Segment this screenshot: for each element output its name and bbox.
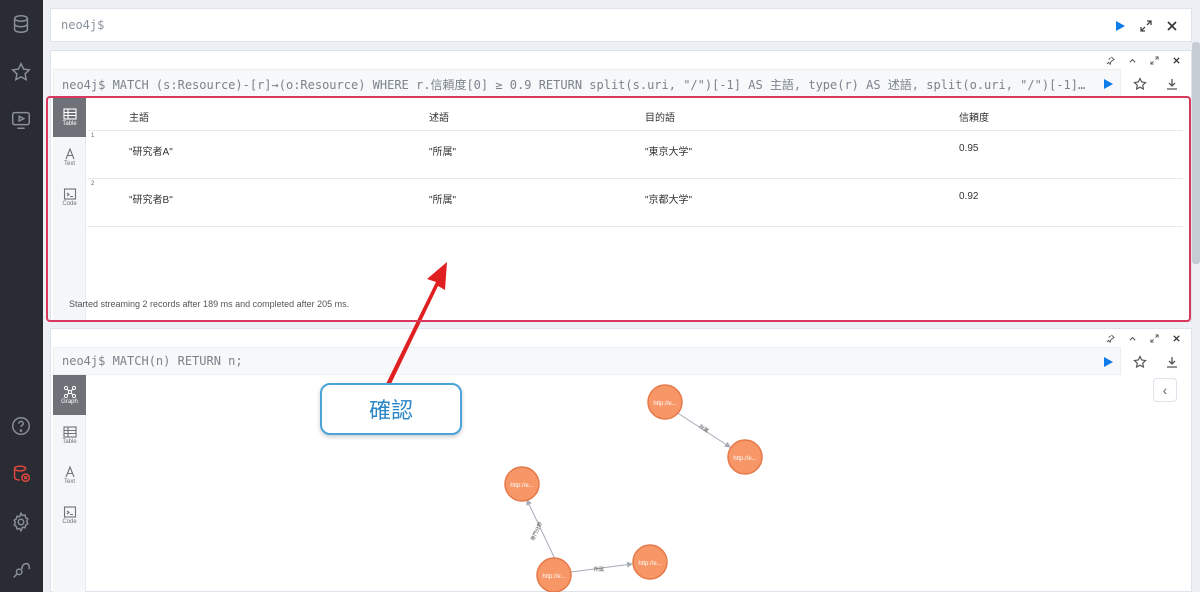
graph-node[interactable]: http://e... bbox=[647, 384, 683, 420]
graph-node[interactable]: http://e... bbox=[727, 439, 763, 475]
graph-node[interactable]: http://e... bbox=[504, 466, 540, 502]
node-label: http://e... bbox=[542, 574, 566, 580]
graph-node[interactable]: http://e... bbox=[632, 544, 668, 580]
graph-node[interactable]: http://e... bbox=[536, 557, 572, 592]
node-label: http://e... bbox=[638, 561, 662, 567]
annotation-arrow bbox=[385, 262, 447, 388]
node-label: http://e... bbox=[733, 456, 757, 462]
callout-label: 確認 bbox=[320, 383, 462, 435]
node-label: http://e... bbox=[510, 483, 534, 489]
node-label: http://e... bbox=[653, 401, 677, 407]
chevron-left-icon[interactable]: ‹ bbox=[1153, 378, 1177, 402]
graph-canvas[interactable]: 所属 所属 専門分野 http://e... http://e... http:… bbox=[0, 0, 1200, 592]
edge-label: 所属 bbox=[594, 566, 604, 573]
